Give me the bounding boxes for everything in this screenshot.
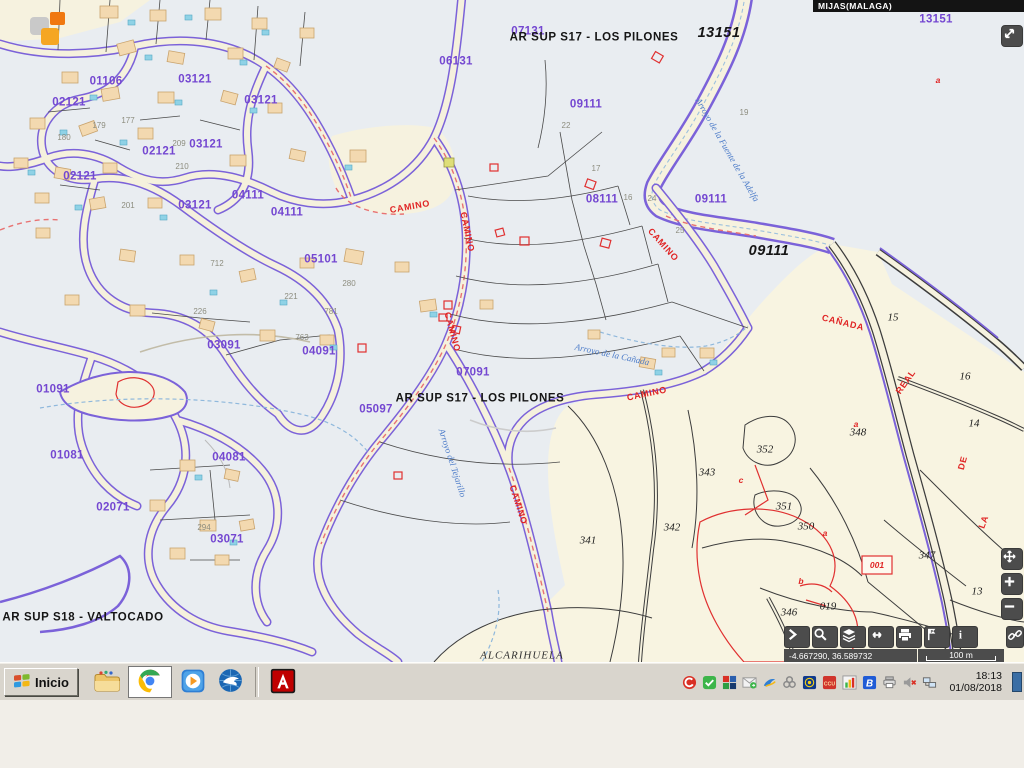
tray-colored-squares-icon[interactable] [721,674,737,690]
fullscreen-button[interactable] [1001,25,1023,47]
tray-green-update-icon[interactable] [701,674,717,690]
cadastral-map[interactable]: 0713106131091110110603121031210212103121… [0,0,1024,662]
taskbar-app-file-explorer[interactable] [90,666,124,698]
tray-swoosh-icon[interactable] [761,674,777,690]
tray-radar-icon[interactable] [801,674,817,690]
zoom-out-button[interactable] [1001,598,1023,620]
taskbar: Inicio CCU B 18:13 01/08/2018 [0,662,1024,701]
tray-network-icon[interactable] [921,674,937,690]
tray-mail-send-icon[interactable] [741,674,757,690]
start-button[interactable]: Inicio [4,668,78,696]
svg-text:CCU: CCU [824,681,835,687]
desktop-screen: 0713106131091110110603121031210212103121… [0,0,1024,768]
taskbar-app-media-player[interactable] [176,666,210,698]
scale-bar: 100 m [918,649,1004,662]
measure-button[interactable] [868,626,894,648]
empty-desktop-strip [0,700,1024,768]
pan-mode-button[interactable] [1001,548,1023,570]
tray-icons: CCU B [681,674,937,690]
zoom-in-button[interactable] [1001,573,1023,595]
tray-printer-tray-icon[interactable] [881,674,897,690]
system-tray: CCU B 18:13 01/08/2018 [681,670,1024,694]
start-button-label: Inicio [35,675,69,690]
scale-tick [926,656,996,661]
clock-date: 01/08/2018 [949,682,1002,694]
tray-ccu-red-icon[interactable]: CCU [821,674,837,690]
tray-bar-chart-icon[interactable] [841,674,857,690]
taskbar-app-acrobat-reader[interactable] [266,666,300,698]
construction-parcel [444,158,454,167]
tray-letter-b-icon[interactable]: B [861,674,877,690]
tray-volume-muted-icon[interactable] [901,674,917,690]
link-button[interactable] [1006,626,1024,648]
acrobat-reader-icon [270,668,296,697]
media-player-icon [180,668,206,697]
file-explorer-icon [93,669,121,696]
svg-text:B: B [866,678,873,689]
marker-button[interactable]: P [924,626,950,648]
windows-logo-icon [13,673,31,692]
taskbar-separator [255,667,259,697]
chrome-icon [137,668,163,697]
layers-button[interactable] [840,626,866,648]
info-button[interactable]: i [952,626,978,648]
clock-time: 18:13 [949,670,1002,682]
tray-edge-icon[interactable] [1012,672,1022,692]
cadastral-map-svg[interactable] [0,0,1024,662]
svg-text:i: i [959,630,962,642]
municipality-title-bar: MIJAS(MALAGA) [813,0,1024,12]
zoom-search-button[interactable] [812,626,838,648]
taskbar-app-thunderbird[interactable] [214,666,248,698]
coordinates-readout: -4.667290, 36.589732 [784,649,917,662]
tray-gray-knot-icon[interactable] [781,674,797,690]
tray-red-swirl-icon[interactable] [681,674,697,690]
taskbar-clock[interactable]: 18:13 01/08/2018 [941,670,1008,694]
pan-right-button[interactable] [784,626,810,648]
svg-text:P: P [931,629,934,634]
thunderbird-icon [217,667,244,697]
quick-launch-area [90,666,300,698]
taskbar-app-chrome[interactable] [128,666,172,698]
print-button[interactable] [896,626,922,648]
